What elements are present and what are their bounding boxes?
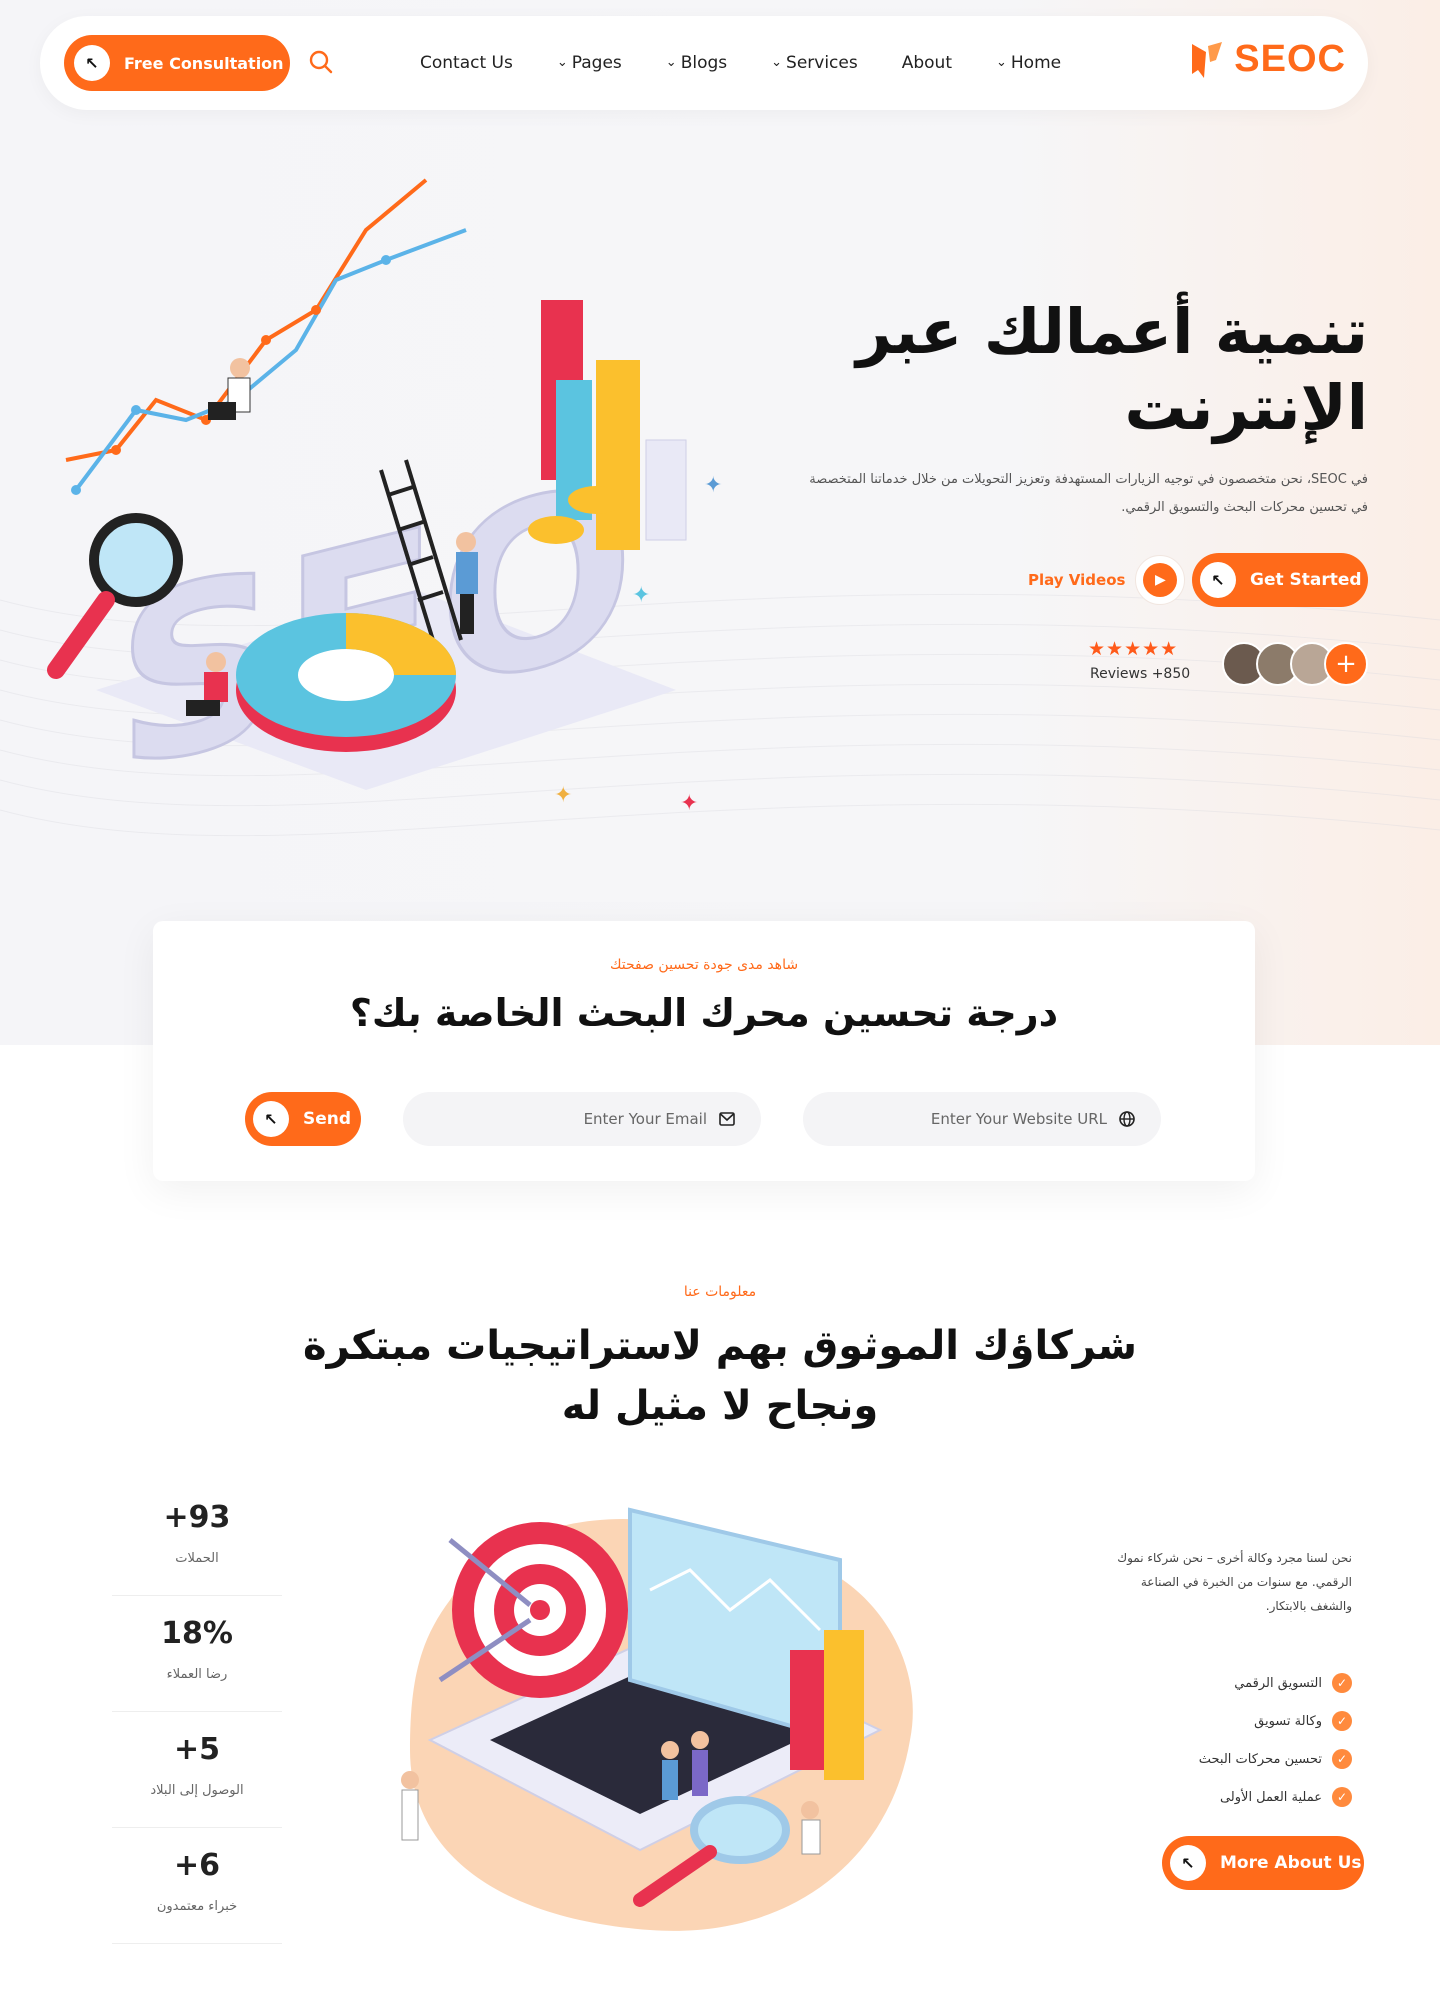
stat-value: +6 bbox=[173, 1848, 220, 1883]
list-item-label: تحسين محركات البحث bbox=[1198, 1751, 1322, 1767]
list-item-label: وكالة تسويق bbox=[1254, 1713, 1322, 1729]
website-url-field[interactable]: Enter Your Website URL bbox=[803, 1092, 1161, 1146]
nav-link-about[interactable]: About bbox=[902, 53, 952, 73]
send-label: Send bbox=[303, 1109, 352, 1129]
search-icon[interactable] bbox=[306, 47, 336, 77]
target-laptop-illustration bbox=[401, 1507, 913, 1931]
more-about-us-button[interactable]: ↖ More About Us bbox=[1162, 1836, 1364, 1890]
free-consultation-label: Free Consultation bbox=[124, 53, 284, 73]
chevron-down-icon: ⌄ bbox=[995, 54, 1007, 70]
stat-item: +93 الحملات bbox=[112, 1480, 282, 1596]
add-reviewer-icon[interactable]: + bbox=[1324, 642, 1368, 686]
check-icon: ✓ bbox=[1332, 1673, 1352, 1693]
list-item: ✓ التسويق الرقمي bbox=[1112, 1664, 1352, 1702]
reviews-count: Reviews +850 bbox=[1090, 666, 1191, 682]
arrow-up-left-icon: ↖ bbox=[74, 45, 110, 81]
stat-label: رضا العملاء bbox=[166, 1667, 228, 1682]
seo-check-card: شاهد مدى جودة تحسين صفحتك درجة تحسين محر… bbox=[153, 921, 1255, 1181]
hero-description: في SEOC، نحن متخصصون في توجيه الزيارات ا… bbox=[809, 472, 1368, 515]
stat-item: +5 الوصول إلى البلاد bbox=[112, 1712, 282, 1828]
rating-stars: ★★★★★ bbox=[1088, 638, 1179, 660]
stat-value: +93 bbox=[163, 1500, 231, 1535]
arrow-up-left-icon: ↖ bbox=[253, 1101, 289, 1137]
play-icon: ▶ bbox=[1143, 563, 1178, 597]
reviewer-avatars: + bbox=[1222, 642, 1368, 686]
about-title: شركاؤك الموثوق بهم لاستراتيجيات مبتكرة و… bbox=[303, 1323, 1137, 1429]
list-item-label: عملية العمل الأولى bbox=[1219, 1789, 1322, 1805]
more-about-us-label: More About Us bbox=[1220, 1853, 1362, 1873]
logo-text: SEOC bbox=[1234, 38, 1346, 80]
nav-link-home[interactable]: ⌄ Home bbox=[996, 53, 1061, 73]
globe-icon bbox=[1119, 1111, 1135, 1127]
check-icon: ✓ bbox=[1332, 1749, 1352, 1769]
check-icon: ✓ bbox=[1332, 1711, 1352, 1731]
play-button-ring: ▶ bbox=[1135, 555, 1186, 605]
stat-item: +6 خبراء معتمدون bbox=[112, 1828, 282, 1944]
list-item: ✓ تحسين محركات البحث bbox=[1112, 1740, 1352, 1778]
stat-value: +5 bbox=[173, 1732, 220, 1767]
chevron-down-icon: ⌄ bbox=[771, 54, 783, 70]
chevron-down-icon: ⌄ bbox=[556, 54, 568, 70]
seo-card-subtitle: شاهد مدى جودة تحسين صفحتك bbox=[609, 957, 799, 973]
nav-link-contact[interactable]: Contact Us bbox=[420, 53, 513, 73]
free-consultation-button[interactable]: ↖ Free Consultation bbox=[64, 35, 290, 91]
services-checklist: ✓ التسويق الرقمي ✓ وكالة تسويق ✓ تحسين م… bbox=[1112, 1664, 1352, 1816]
svg-text:✦: ✦ bbox=[554, 783, 572, 808]
svg-text:✦: ✦ bbox=[704, 473, 722, 498]
envelope-icon bbox=[719, 1112, 735, 1126]
email-field[interactable]: Enter Your Email bbox=[403, 1092, 761, 1146]
get-started-button[interactable]: ↖ Get Started bbox=[1192, 553, 1368, 607]
stat-item: 18% رضا العملاء bbox=[112, 1596, 282, 1712]
stat-label: الحملات bbox=[175, 1551, 219, 1566]
seo-hero-illustration: SEO ✦ ✦ ✦ ✦ bbox=[47, 178, 722, 810]
email-placeholder: Enter Your Email bbox=[583, 1110, 707, 1128]
stat-label: خبراء معتمدون bbox=[156, 1899, 238, 1914]
site-logo[interactable]: SEOC bbox=[1190, 38, 1346, 81]
play-videos-button[interactable]: Play Videos ▶ bbox=[1028, 555, 1186, 605]
stat-value: 18% bbox=[161, 1616, 233, 1651]
svg-text:✦: ✦ bbox=[680, 791, 698, 810]
nav-link-blogs[interactable]: ⌄ Blogs bbox=[666, 53, 727, 73]
send-button[interactable]: ↖ Send bbox=[245, 1092, 361, 1146]
svg-text:✦: ✦ bbox=[632, 583, 650, 608]
website-url-placeholder: Enter Your Website URL bbox=[930, 1110, 1107, 1128]
check-icon: ✓ bbox=[1332, 1787, 1352, 1807]
hero-title: تنمية أعمالك عبر الإنترنت bbox=[856, 295, 1368, 444]
arrow-up-left-icon: ↖ bbox=[1170, 1845, 1206, 1881]
nav-link-services[interactable]: ⌄ Services bbox=[771, 53, 858, 73]
list-item: ✓ عملية العمل الأولى bbox=[1112, 1778, 1352, 1816]
list-item: ✓ وكالة تسويق bbox=[1112, 1702, 1352, 1740]
logo-icon bbox=[1192, 41, 1223, 78]
nav-menu: Contact Us ⌄ Pages ⌄ Blogs ⌄ Services About… bbox=[420, 16, 1061, 110]
top-navbar: ↖ Free Consultation Contact Us ⌄ Pages ⌄ B… bbox=[40, 16, 1368, 110]
about-subtitle: معلومات عنا bbox=[683, 1284, 757, 1300]
about-description: نحن لسنا مجرد وكالة أخرى – نحن شركاء نمو… bbox=[1117, 1551, 1352, 1613]
arrow-up-left-icon: ↖ bbox=[1200, 562, 1236, 598]
stat-label: الوصول إلى البلاد bbox=[150, 1783, 244, 1798]
list-item-label: التسويق الرقمي bbox=[1234, 1675, 1322, 1691]
nav-link-pages[interactable]: ⌄ Pages bbox=[557, 53, 622, 73]
chevron-down-icon: ⌄ bbox=[665, 54, 677, 70]
seo-card-title: درجة تحسين محرك البحث الخاصة بك؟ bbox=[349, 991, 1059, 1035]
play-videos-label: Play Videos bbox=[1028, 571, 1126, 589]
get-started-label: Get Started bbox=[1250, 570, 1362, 590]
stats-column: +93 الحملات 18% رضا العملاء +5 الوصول إل… bbox=[112, 1480, 282, 1944]
